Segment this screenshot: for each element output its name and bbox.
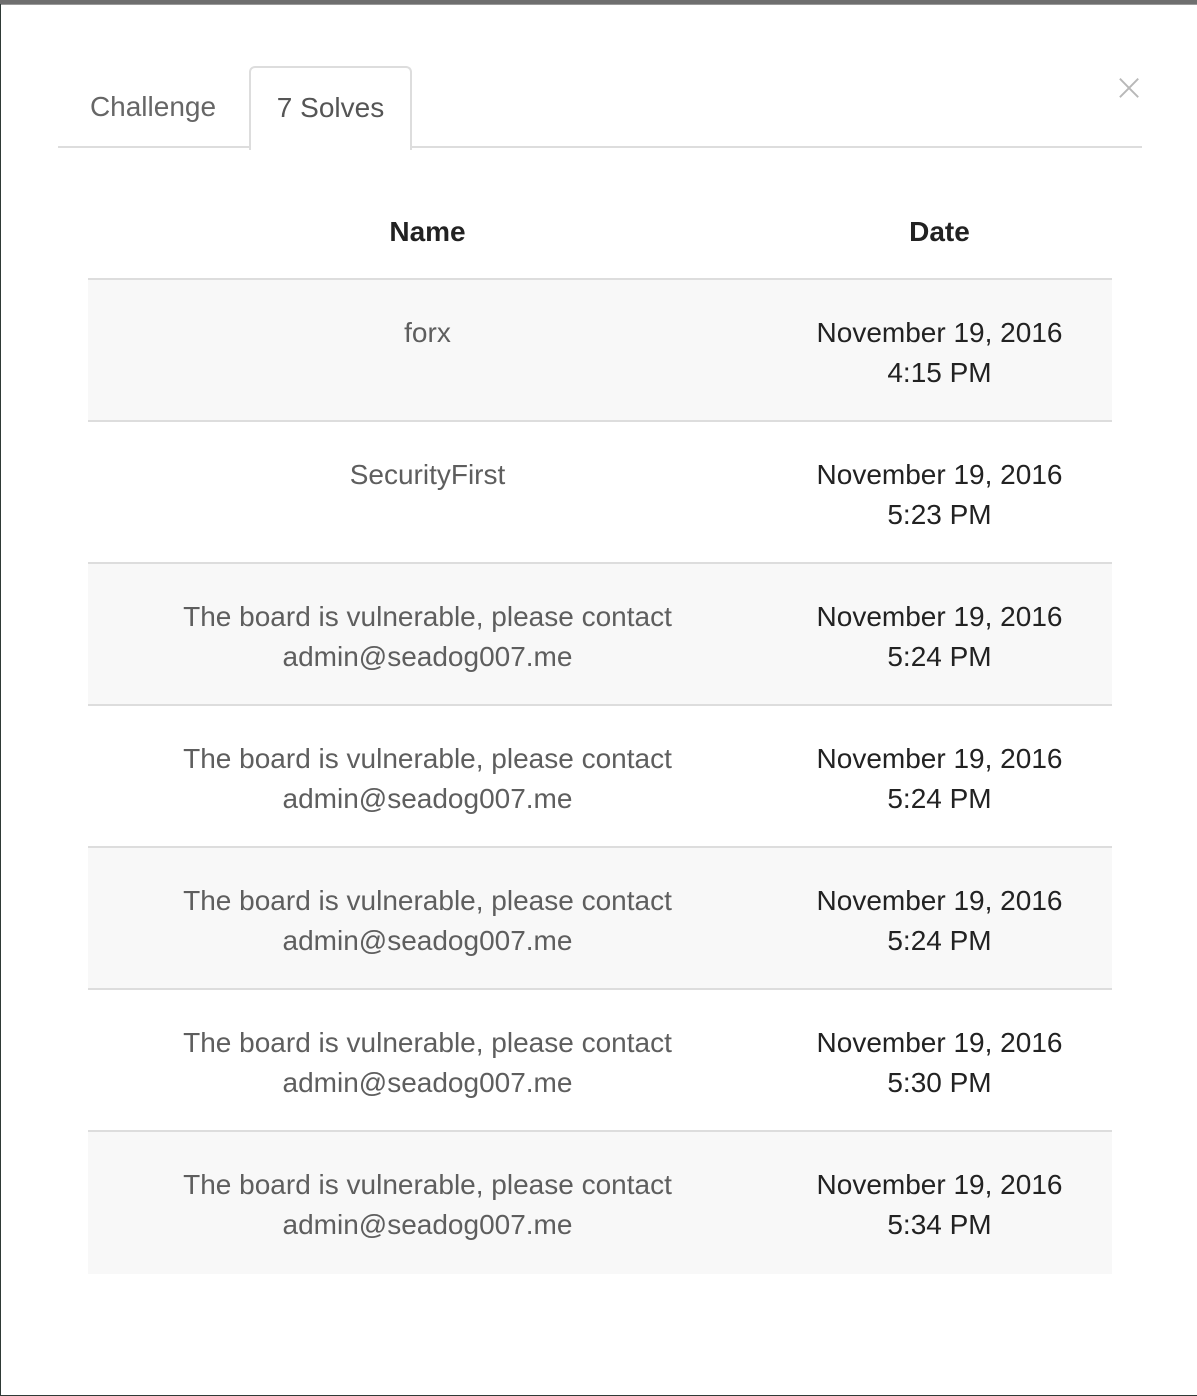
- solver-name-cell: SecurityFirst: [88, 422, 767, 562]
- table-row: The board is vulnerable, please contact a…: [88, 990, 1112, 1132]
- solve-time: 5:24 PM: [887, 783, 992, 814]
- solve-time: 5:23 PM: [887, 499, 992, 530]
- solve-time: 5:30 PM: [887, 1067, 992, 1098]
- tab-challenge[interactable]: Challenge: [58, 66, 248, 148]
- solver-name-cell: The board is vulnerable, please contact a…: [88, 564, 767, 704]
- solver-name-line1: SecurityFirst: [349, 459, 506, 490]
- tab-solves[interactable]: 7 Solves: [249, 66, 412, 150]
- solve-date-cell: November 19, 2016 5:24 PM: [767, 706, 1112, 846]
- solver-name-line2: admin@seadog007.me: [282, 1209, 573, 1240]
- solver-name-line1: The board is vulnerable, please contact: [183, 743, 672, 774]
- table-body: forx November 19, 2016 4:15 PM SecurityFirs…: [88, 280, 1112, 1274]
- solve-date: November 19, 2016: [816, 1169, 1063, 1200]
- table-row: The board is vulnerable, please contact a…: [88, 564, 1112, 706]
- solve-date: November 19, 2016: [816, 1027, 1063, 1058]
- table-row: The board is vulnerable, please contact a…: [88, 848, 1112, 990]
- solve-date-cell: November 19, 2016 5:23 PM: [767, 422, 1112, 562]
- solve-time: 4:15 PM: [887, 357, 992, 388]
- table-row: forx November 19, 2016 4:15 PM: [88, 280, 1112, 422]
- table-row: SecurityFirst November 19, 2016 5:23 PM: [88, 422, 1112, 564]
- solver-name-line1: The board is vulnerable, please contact: [183, 885, 672, 916]
- solve-date: November 19, 2016: [816, 601, 1063, 632]
- solve-time: 5:24 PM: [887, 641, 992, 672]
- solver-name-line2: admin@seadog007.me: [282, 641, 573, 672]
- solve-date-cell: November 19, 2016 5:30 PM: [767, 990, 1112, 1130]
- solver-name-line1: The board is vulnerable, please contact: [183, 1027, 672, 1058]
- solver-name-cell: The board is vulnerable, please contact a…: [88, 848, 767, 988]
- solves-modal: × Challenge 7 Solves Name Date forx Novem…: [1, 4, 1197, 1395]
- solver-name-line2: admin@seadog007.me: [282, 783, 573, 814]
- modal-tabs: Challenge 7 Solves: [58, 62, 1142, 150]
- solver-name-cell: The board is vulnerable, please contact a…: [88, 706, 767, 846]
- solve-date-cell: November 19, 2016 5:24 PM: [767, 564, 1112, 704]
- solves-table: Name Date forx November 19, 2016 4:15 PM Se…: [88, 185, 1112, 1274]
- column-header-date: Date: [909, 215, 970, 247]
- solver-name-line2: admin@seadog007.me: [282, 925, 573, 956]
- solve-date: November 19, 2016: [816, 743, 1063, 774]
- solve-date-cell: November 19, 2016 4:15 PM: [767, 280, 1112, 420]
- solver-name-line1: The board is vulnerable, please contact: [183, 1169, 672, 1200]
- solver-name-cell: The board is vulnerable, please contact a…: [88, 990, 767, 1130]
- solver-name-line1: forx: [404, 317, 451, 348]
- solve-date-cell: November 19, 2016 5:24 PM: [767, 848, 1112, 988]
- solve-date-cell: November 19, 2016 5:34 PM: [767, 1132, 1112, 1274]
- solve-date: November 19, 2016: [816, 317, 1063, 348]
- table-row: The board is vulnerable, please contact a…: [88, 706, 1112, 848]
- solve-time: 5:24 PM: [887, 925, 992, 956]
- column-header-name: Name: [389, 215, 466, 247]
- solver-name-line2: admin@seadog007.me: [282, 1067, 573, 1098]
- solve-time: 5:34 PM: [887, 1209, 992, 1240]
- solve-date: November 19, 2016: [816, 885, 1063, 916]
- solver-name-line1: The board is vulnerable, please contact: [183, 601, 672, 632]
- solver-name-cell: The board is vulnerable, please contact a…: [88, 1132, 767, 1274]
- solver-name-cell: forx: [88, 280, 767, 420]
- table-header: Name Date: [88, 185, 1112, 280]
- table-row: The board is vulnerable, please contact a…: [88, 1132, 1112, 1274]
- solve-date: November 19, 2016: [816, 459, 1063, 490]
